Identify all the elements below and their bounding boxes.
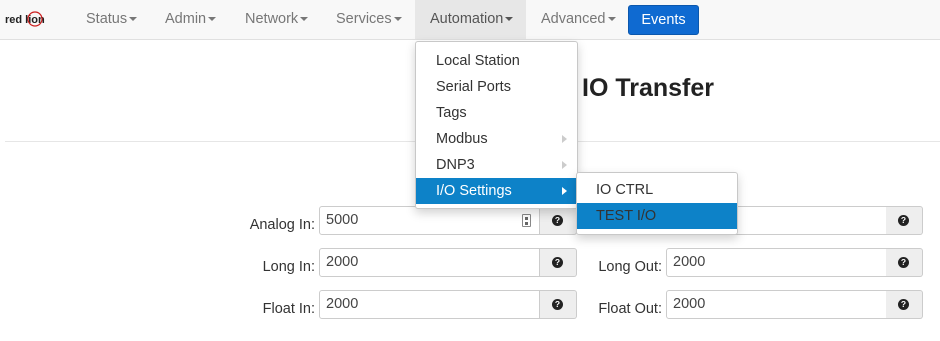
nav-automation[interactable]: Automation — [415, 0, 526, 39]
float-out-field[interactable]: 2000 — [666, 290, 887, 319]
nav-status[interactable]: Status — [86, 0, 138, 39]
analog-in-label: Analog In: — [249, 217, 315, 233]
help-icon: ? — [552, 215, 563, 226]
menu-item-local-station[interactable]: Local Station — [416, 48, 577, 74]
help-icon: ? — [898, 299, 909, 310]
caret-down-icon — [208, 17, 217, 22]
chevron-right-icon — [562, 135, 567, 143]
nav-advanced[interactable]: Advanced — [541, 0, 616, 39]
menu-item-serial-ports[interactable]: Serial Ports — [416, 74, 577, 100]
long-in-field[interactable]: 2000 — [319, 248, 540, 277]
events-button[interactable]: Events — [628, 5, 699, 35]
help-icon: ? — [552, 299, 563, 310]
io-settings-submenu: IO CTRL TEST I/O — [576, 172, 738, 235]
long-out-help-button[interactable]: ? — [886, 248, 923, 277]
caret-down-icon — [393, 17, 402, 22]
caret-down-icon — [300, 17, 309, 22]
caret-down-icon — [505, 17, 514, 22]
automation-dropdown-menu: Local Station Serial Ports Tags Modbus D… — [415, 41, 578, 209]
submenu-item-io-ctrl[interactable]: IO CTRL — [577, 177, 737, 203]
float-in-field[interactable]: 2000 — [319, 290, 540, 319]
caret-down-icon — [129, 17, 138, 22]
float-out-help-button[interactable]: ? — [886, 290, 923, 319]
page-title: IO Transfer — [582, 74, 714, 102]
float-out-label: Float Out: — [598, 301, 662, 317]
help-icon: ? — [552, 257, 563, 268]
help-icon: ? — [898, 215, 909, 226]
analog-in-field[interactable]: 5000 — [319, 206, 540, 235]
nav-network[interactable]: Network — [245, 0, 309, 39]
menu-item-dnp3[interactable]: DNP3 — [416, 152, 577, 178]
menu-item-tags[interactable]: Tags — [416, 100, 577, 126]
analog-in-help-button[interactable]: ? — [540, 206, 577, 235]
top-navbar: red lion Status Admin Network Services A… — [0, 0, 940, 40]
submenu-item-test-io[interactable]: TEST I/O — [577, 203, 737, 229]
red-lion-logo[interactable]: red lion — [5, 9, 53, 29]
help-icon: ? — [898, 257, 909, 268]
caret-down-icon — [607, 17, 616, 22]
nav-services[interactable]: Services — [336, 0, 402, 39]
spinner-icon[interactable] — [522, 214, 531, 227]
chevron-right-icon — [562, 187, 567, 195]
float-in-help-button[interactable]: ? — [540, 290, 577, 319]
long-out-field[interactable]: 2000 — [666, 248, 887, 277]
menu-item-modbus[interactable]: Modbus — [416, 126, 577, 152]
float-in-label: Float In: — [262, 301, 315, 317]
analog-out-help-button[interactable]: ? — [886, 206, 923, 235]
chevron-right-icon — [562, 161, 567, 169]
nav-admin[interactable]: Admin — [165, 0, 217, 39]
long-out-label: Long Out: — [598, 259, 662, 275]
long-in-label: Long In: — [262, 259, 315, 275]
long-in-help-button[interactable]: ? — [540, 248, 577, 277]
menu-item-io-settings[interactable]: I/O Settings — [416, 178, 577, 204]
